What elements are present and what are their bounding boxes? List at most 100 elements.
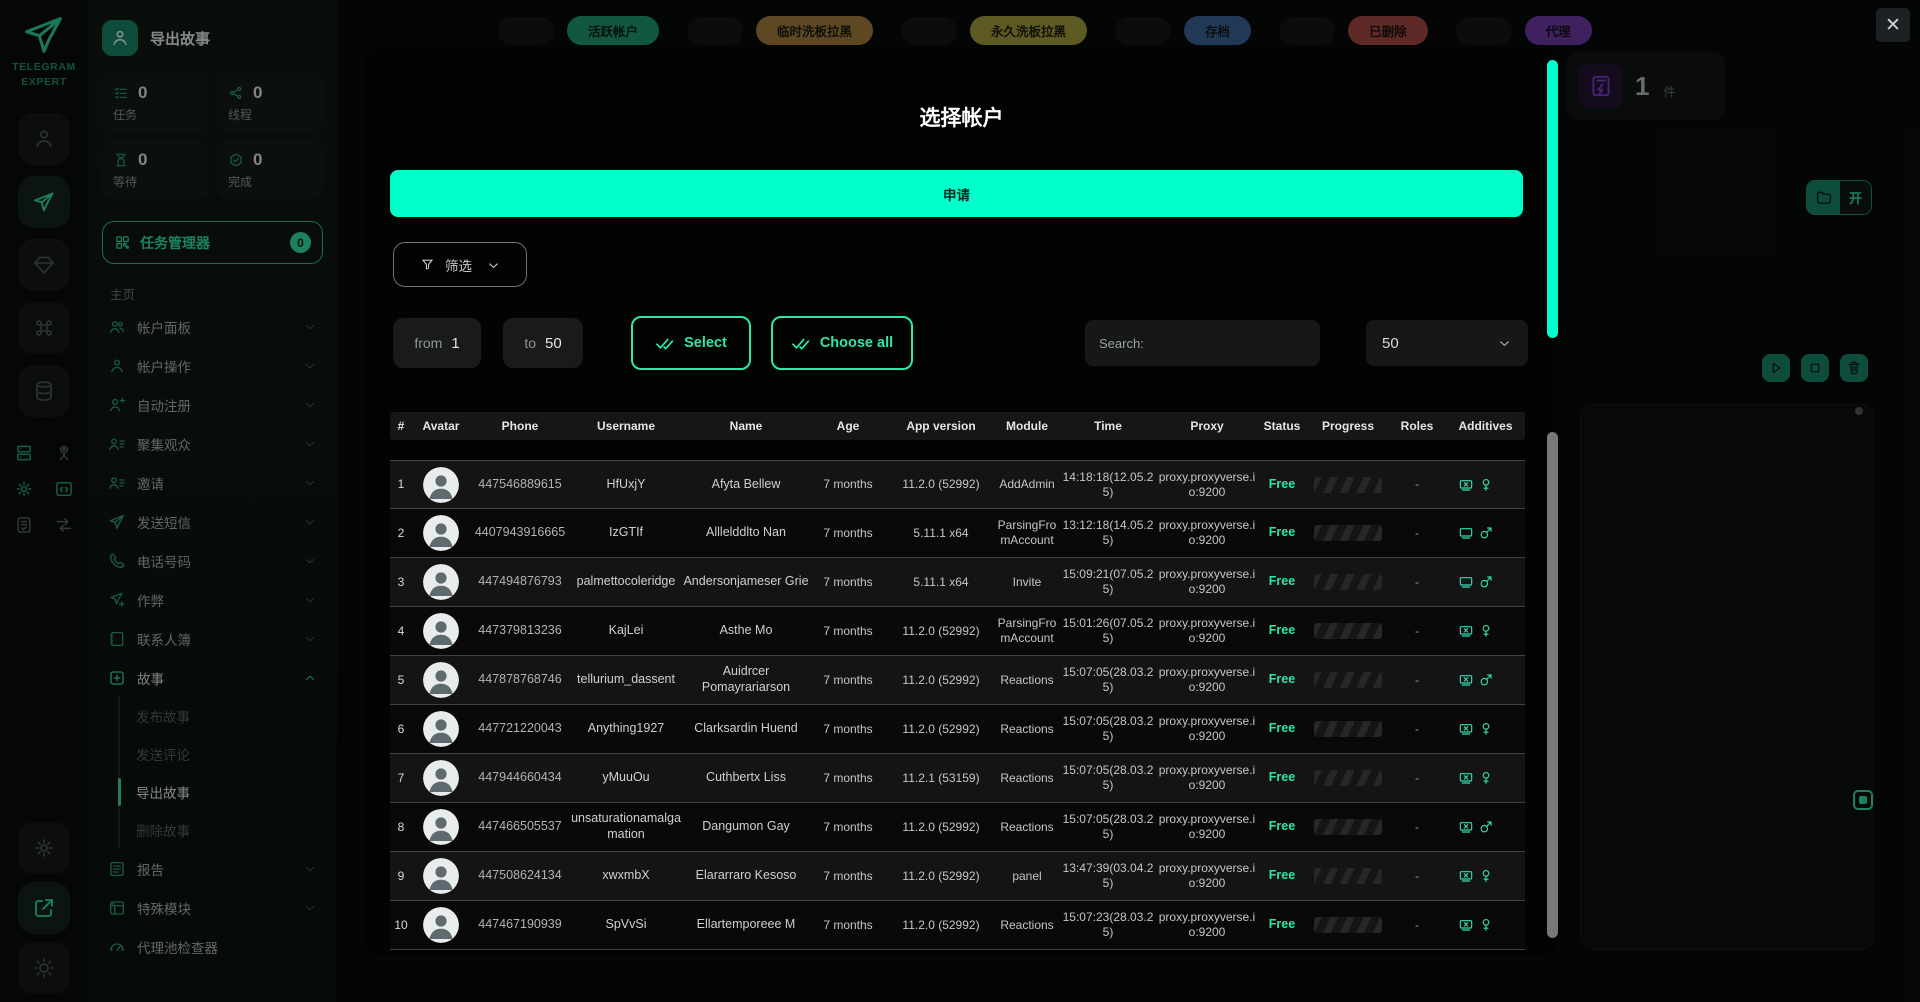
username-cell: KajLei — [608, 623, 644, 638]
progress-bar — [1314, 868, 1382, 884]
additives-cell — [1446, 770, 1525, 786]
avatar-icon — [423, 809, 459, 845]
column-header: Status — [1263, 419, 1301, 433]
table-row[interactable]: 3 447494876793 palmettocoleridge Andersonja… — [390, 558, 1525, 607]
modal-title: 选择帐户 — [919, 107, 1004, 130]
key-icon — [1498, 574, 1514, 590]
progress-cell — [1308, 770, 1388, 786]
avatar-cell — [412, 613, 470, 649]
key-icon — [1498, 819, 1514, 835]
roles-cell: - — [1415, 477, 1419, 491]
search-input[interactable] — [1099, 335, 1306, 351]
close-window-button[interactable]: ✕ — [1876, 8, 1910, 42]
column-header: Proxy — [1190, 419, 1224, 433]
monitor-x-icon — [1459, 675, 1472, 686]
column-header: Avatar — [422, 419, 460, 433]
row-number: 4 — [397, 623, 405, 638]
progress-cell — [1308, 721, 1388, 737]
time-cell: 13:12:18(14.05.25) — [1062, 518, 1154, 547]
status-cell: Free — [1268, 476, 1296, 491]
proxy-cell: proxy.proxyverse.io:9200 — [1158, 469, 1256, 499]
column-header: Progress — [1321, 419, 1375, 433]
chevron-down-icon — [486, 258, 500, 272]
monitor-x-icon — [1458, 917, 1474, 933]
choose-all-button[interactable]: Choose all — [771, 316, 913, 370]
phone-cell: 447467190939 — [478, 917, 562, 932]
monitor-icon — [1459, 577, 1472, 588]
time-cell: 15:09:21(07.05.25) — [1062, 567, 1154, 596]
status-cell: Free — [1268, 623, 1296, 638]
dbl-check-icon — [791, 338, 810, 350]
chevron-down-icon — [1497, 336, 1512, 351]
column-header: Name — [729, 419, 763, 433]
age-cell: 7 months — [823, 477, 873, 491]
avatar-cell — [412, 907, 470, 943]
additives-cell — [1446, 721, 1525, 737]
modal-scrollbar-thumb[interactable] — [1547, 60, 1558, 338]
roles-cell: - — [1415, 868, 1419, 883]
status-cell: Free — [1268, 672, 1296, 687]
funnel-icon — [422, 259, 433, 270]
apply-button[interactable]: 申请 — [390, 170, 1523, 217]
app-version-cell: 11.2.0 (52992) — [902, 672, 980, 687]
avatar-icon — [423, 907, 459, 943]
row-number: 9 — [397, 868, 405, 883]
table-row[interactable]: 10 447467190939 SpVvSi Ellartemporeee M 7 mo… — [390, 901, 1525, 950]
from-input[interactable]: from 1 — [393, 318, 481, 368]
app-version-cell: 11.2.0 (52992) — [902, 917, 980, 932]
avatar-icon — [423, 515, 459, 551]
avatar — [423, 613, 459, 649]
row-number: 3 — [397, 574, 405, 589]
table-row[interactable]: 7 447944660434 yMuuOu Cuthbertx Liss 7 month… — [390, 754, 1525, 803]
monitor-icon — [1459, 528, 1472, 539]
row-number: 2 — [397, 525, 405, 540]
chev-down-icon — [489, 262, 498, 268]
column-header: Phone — [501, 419, 539, 433]
male-icon — [1480, 674, 1492, 686]
proxy-cell: proxy.proxyverse.io:9200 — [1158, 714, 1256, 743]
table-row[interactable]: 8 447466505537 unsaturationamalgamation Dan… — [390, 803, 1525, 852]
female-icon — [1478, 721, 1494, 737]
roles-cell: - — [1415, 672, 1419, 687]
status-cell: Free — [1268, 721, 1296, 736]
roles-cell: - — [1415, 623, 1419, 638]
select-button[interactable]: Select — [631, 316, 751, 370]
status-cell: Free — [1268, 770, 1296, 785]
table-row[interactable]: 5 447878768746 tellurium_dassent Auidrcer P… — [390, 656, 1525, 705]
column-header: # — [397, 419, 405, 433]
table-row[interactable]: 6 447721220043 Anything1927 Clarksardin Hue… — [390, 705, 1525, 754]
proxy-cell: proxy.proxyverse.io:9200 — [1158, 910, 1256, 939]
avatar — [423, 466, 459, 503]
table-row[interactable]: 2 4407943916665 IzGTIf Alllelddlto Nan 7 mon… — [390, 509, 1525, 558]
table-row[interactable]: 1 447546889615 HfUxjY Afyta Bellew 7 months 1… — [390, 460, 1525, 509]
row-number: 8 — [397, 819, 405, 834]
username-cell: Anything1927 — [587, 721, 665, 736]
key-icon — [1498, 819, 1514, 835]
roles-cell: - — [1415, 721, 1419, 736]
time-cell: 13:47:39(03.04.25) — [1062, 861, 1154, 890]
roles-cell: - — [1415, 770, 1419, 785]
female-icon — [1482, 478, 1489, 491]
name-cell: Afyta Bellew — [711, 476, 781, 491]
male-icon — [1478, 525, 1494, 541]
search-box — [1085, 320, 1320, 366]
module-cell: Reactions — [1000, 672, 1054, 687]
username-cell: yMuuOu — [602, 770, 650, 785]
table-scrollbar-thumb[interactable] — [1547, 432, 1558, 938]
to-input[interactable]: to 50 — [503, 318, 583, 368]
from-value: 1 — [451, 334, 460, 352]
table-row[interactable]: 9 447508624134 xwxmbX Elararraro Kesoso 7 mo… — [390, 852, 1525, 901]
proxy-cell: proxy.proxyverse.io:9200 — [1158, 518, 1256, 547]
module-cell: panel — [1012, 868, 1042, 883]
additives-cell — [1446, 819, 1525, 835]
filter-dropdown[interactable]: 筛选 — [393, 242, 527, 287]
male-icon — [1480, 821, 1492, 833]
additives-cell — [1446, 868, 1525, 884]
page-size-select[interactable]: 50 — [1366, 320, 1528, 366]
female-icon — [1482, 722, 1489, 735]
table-row[interactable]: 4 447379813236 KajLei Asthe Mo 7 months 11.2.… — [390, 607, 1525, 656]
male-icon — [1480, 527, 1492, 539]
progress-bar — [1314, 770, 1382, 786]
progress-cell — [1308, 623, 1388, 639]
progress-bar — [1314, 819, 1382, 835]
